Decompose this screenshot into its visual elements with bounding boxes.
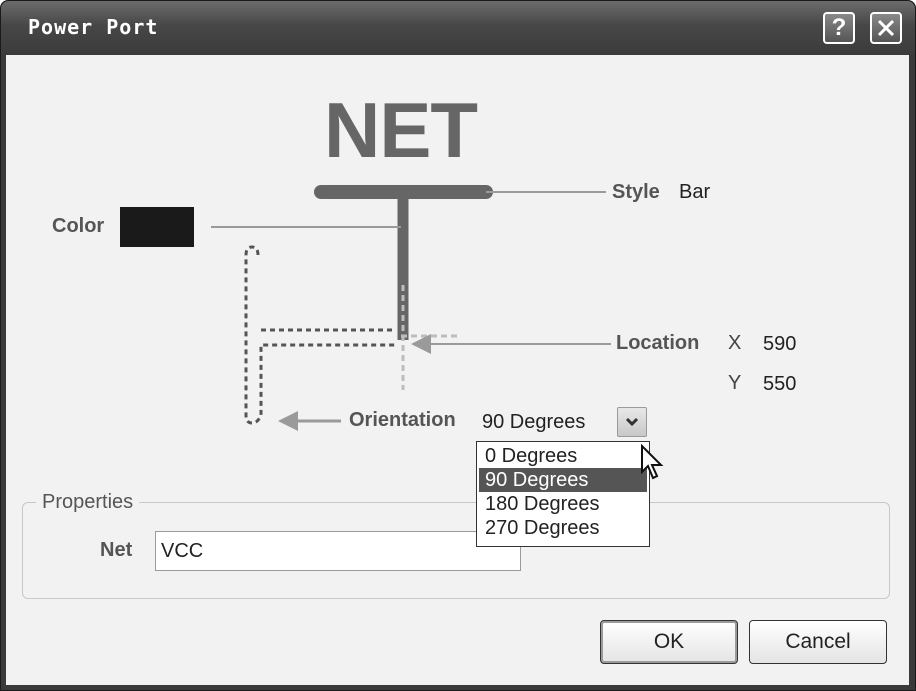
help-button[interactable]: ? xyxy=(823,12,855,44)
location-x-label: X xyxy=(728,332,742,354)
close-icon xyxy=(877,19,895,37)
color-swatch[interactable] xyxy=(120,207,194,247)
dialog-client-area: NET Style Bar Color Location X 590 Y 550… xyxy=(6,55,909,685)
orientation-combo-value[interactable]: 90 Degrees xyxy=(482,411,585,434)
chevron-down-icon xyxy=(625,417,639,427)
cancel-button[interactable]: Cancel xyxy=(749,620,887,664)
close-button[interactable] xyxy=(870,12,902,44)
power-port-dialog: Power Port ? NET Style Bar Color Locatio… xyxy=(0,0,916,691)
orientation-option-0[interactable]: 0 Degrees xyxy=(479,444,647,468)
orientation-dropdown-list: 0 Degrees 90 Degrees 180 Degrees 270 Deg… xyxy=(476,441,650,547)
location-x-value[interactable]: 590 xyxy=(763,333,796,356)
orientation-option-270[interactable]: 270 Degrees xyxy=(479,516,647,540)
location-label: Location xyxy=(616,332,700,354)
net-preview-text: NET xyxy=(324,86,478,174)
color-label: Color xyxy=(52,215,105,237)
net-label: Net xyxy=(100,539,133,561)
title-bar: Power Port ? xyxy=(1,1,915,55)
location-y-value[interactable]: 550 xyxy=(763,373,796,396)
location-y-label: Y xyxy=(728,372,742,394)
net-input[interactable]: VCC xyxy=(155,531,521,571)
orientation-arrow-icon xyxy=(278,411,298,431)
ok-button[interactable]: OK xyxy=(600,620,738,664)
orientation-option-180[interactable]: 180 Degrees xyxy=(479,492,647,516)
style-value[interactable]: Bar xyxy=(679,181,710,204)
orientation-dropdown-button[interactable] xyxy=(617,407,647,437)
style-label: Style xyxy=(612,181,660,203)
window-title: Power Port xyxy=(28,15,159,39)
mouse-cursor-icon xyxy=(641,444,664,480)
rotated-outline xyxy=(244,245,396,425)
properties-group-title: Properties xyxy=(36,491,140,514)
orientation-option-90[interactable]: 90 Degrees xyxy=(479,468,647,492)
orientation-label: Orientation xyxy=(349,409,456,431)
